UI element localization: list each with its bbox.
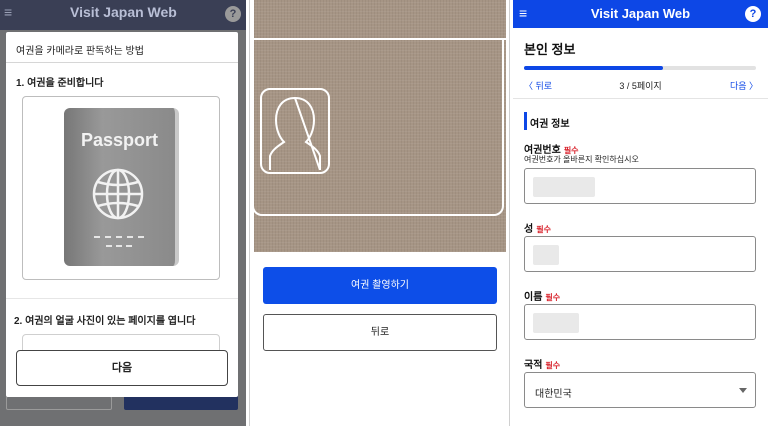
menu-icon: ≡ (4, 4, 13, 20)
nationality-value: 대한민국 (535, 389, 572, 400)
passport-dash-line (94, 236, 144, 238)
camera-viewfinder (254, 0, 506, 252)
nationality-label: 국적 필수 (524, 356, 560, 371)
passport-number-hint: 여권번호가 올바른지 확인하십시오 (524, 155, 639, 164)
panel-separator (509, 0, 510, 426)
modal-title: 여권을 카메라로 판독하는 방법 (16, 46, 144, 57)
help-icon: ? (225, 6, 241, 22)
app-title: Visit Japan Web (590, 6, 691, 21)
field-label-text: 성 (524, 224, 534, 235)
guide-modal: 여권을 카메라로 판독하는 방법 1. 여권을 준비합니다 Passport 2… (6, 32, 238, 397)
redacted-value (533, 245, 559, 265)
step-1-label: 1. 여권을 준비합니다 (16, 78, 104, 89)
field-label-text: 이름 (524, 292, 543, 303)
surname-label: 성 필수 (524, 220, 551, 235)
required-badge: 필수 (545, 293, 561, 302)
redacted-value (533, 313, 579, 333)
given-name-label: 이름 필수 (524, 288, 560, 303)
dimmed-app-title: Visit Japan Web (70, 4, 177, 20)
panel-separator (249, 0, 250, 426)
next-page-link[interactable]: 다음 〉 (730, 79, 758, 92)
page-title: 본인 정보 (524, 42, 576, 57)
capture-passport-button[interactable]: 여권 촬영하기 (263, 267, 497, 304)
back-button[interactable]: 뒤로 (263, 314, 497, 351)
globe-icon (92, 168, 144, 220)
passport-cover-text: Passport (80, 130, 159, 150)
step-2-label: 2. 여권의 얼굴 사진이 있는 페이지를 엽니다 (14, 316, 196, 327)
passport-number-field[interactable] (524, 168, 756, 204)
progress-bar (524, 66, 756, 70)
camera-capture-panel: 여권 촬영하기 뒤로 (254, 0, 506, 426)
personal-info-panel: ≡ Visit Japan Web ? 본인 정보 3 / 5페이지 〈 뒤로 … (513, 0, 768, 426)
passport-info-group-label: 여권 정보 (530, 119, 570, 130)
redacted-value (533, 177, 595, 197)
dimmed-back-button (6, 396, 112, 410)
help-icon[interactable]: ? (745, 6, 761, 22)
field-label-text: 국적 (524, 360, 543, 371)
divider (6, 62, 238, 63)
given-name-field[interactable] (524, 304, 756, 340)
required-badge: 필수 (536, 225, 551, 234)
next-button[interactable]: 다음 (16, 350, 228, 386)
progress-fill (524, 66, 664, 70)
divider (6, 298, 238, 299)
face-silhouette-icon (269, 96, 321, 170)
divider (513, 98, 768, 99)
passport-guide-panel: ≡ Visit Japan Web ? 여권을 카메라로 판독하는 방법 1. … (0, 0, 246, 426)
prev-page-link[interactable]: 〈 뒤로 (524, 79, 552, 92)
nationality-select[interactable]: 대한민국 (524, 372, 756, 408)
surname-field[interactable] (524, 236, 756, 272)
passport-dash-line (106, 245, 132, 247)
required-badge: 필수 (545, 361, 561, 370)
section-accent-bar (524, 112, 527, 130)
chevron-down-icon (739, 388, 747, 393)
passport-illustration: Passport (64, 108, 179, 266)
app-header: ≡ Visit Japan Web ? (513, 0, 768, 28)
